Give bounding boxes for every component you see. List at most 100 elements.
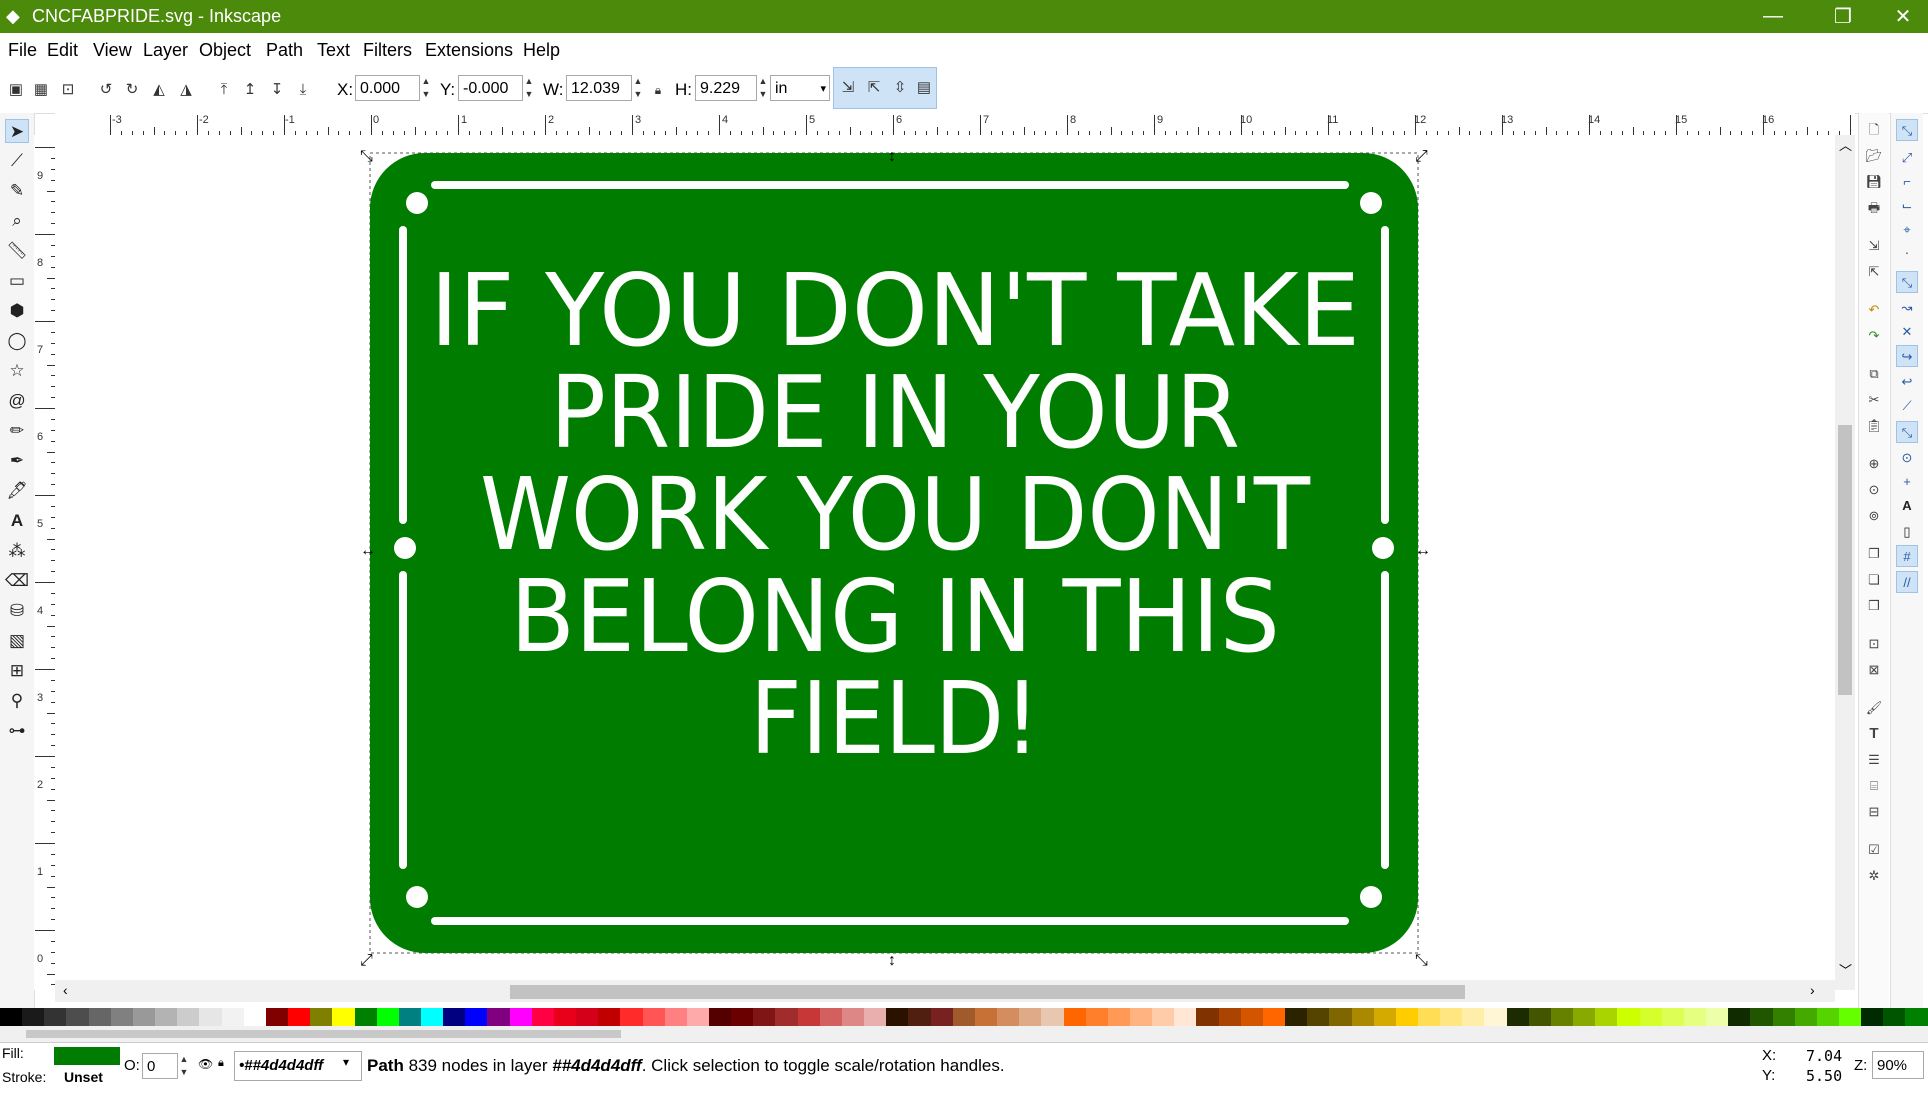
paint-bucket-tool-icon[interactable]: ⛁: [5, 599, 29, 623]
text-tool-icon[interactable]: A: [5, 509, 29, 533]
raise-to-top-icon[interactable]: ⤒: [214, 80, 234, 100]
palette-swatch[interactable]: [1550, 1008, 1574, 1026]
palette-swatch[interactable]: [1395, 1008, 1418, 1026]
palette-swatch[interactable]: [598, 1008, 621, 1026]
zoom-input[interactable]: 90%: [1872, 1051, 1924, 1079]
palette-swatch[interactable]: [1883, 1008, 1906, 1026]
palette-swatch[interactable]: [1418, 1008, 1441, 1026]
palette-swatch[interactable]: [1794, 1008, 1817, 1026]
palette-swatch[interactable]: [1285, 1008, 1308, 1026]
flip-vertical-icon[interactable]: ◮: [176, 80, 196, 100]
snap-bbox-edge-icon[interactable]: ⌐: [1896, 171, 1918, 193]
palette-swatch[interactable]: [1240, 1008, 1263, 1026]
dropper-tool-icon[interactable]: ⚲: [5, 689, 29, 713]
sign-text-line[interactable]: PRIDE IN YOUR: [550, 354, 1240, 471]
palette-swatch[interactable]: [376, 1008, 399, 1026]
palette-swatch[interactable]: [88, 1008, 111, 1026]
palette-swatch[interactable]: [487, 1008, 510, 1026]
snap-rotation-center-icon[interactable]: +: [1896, 471, 1918, 493]
palette-swatch[interactable]: [110, 1008, 133, 1026]
palette-swatch[interactable]: [775, 1008, 798, 1026]
palette-swatch[interactable]: [509, 1008, 532, 1026]
lower-icon[interactable]: ↧: [267, 80, 287, 100]
undo-icon[interactable]: ↶: [1865, 301, 1883, 319]
menu-text[interactable]: Text: [317, 40, 350, 61]
drawing-canvas[interactable]: ⤡ ⤢ ↕ ↔ ↔ ⤢ ⤡ ↕ IF YOU DON'T TAKE PRIDE …: [55, 135, 1835, 990]
palette-swatch[interactable]: [576, 1008, 599, 1026]
zoom-selection-icon[interactable]: ⊕: [1865, 455, 1883, 473]
palette-swatch[interactable]: [332, 1008, 355, 1026]
vertical-scroll-thumb[interactable]: [1838, 425, 1852, 695]
palette-swatch[interactable]: [221, 1008, 244, 1026]
palette-swatch[interactable]: [1373, 1008, 1396, 1026]
deselect-icon[interactable]: ⊡: [58, 80, 78, 100]
zoom-page-icon[interactable]: ⊚: [1865, 507, 1883, 525]
group-icon[interactable]: ⊡: [1865, 635, 1883, 653]
palette-swatch[interactable]: [1484, 1008, 1507, 1026]
palette-swatch[interactable]: [310, 1008, 333, 1026]
text-font-icon[interactable]: T: [1865, 725, 1883, 743]
palette-swatch[interactable]: [1905, 1008, 1928, 1026]
menu-help[interactable]: Help: [523, 40, 560, 61]
x-spinner-icon[interactable]: ▲ ▼: [420, 75, 432, 101]
scroll-left-icon[interactable]: ‹: [63, 982, 68, 998]
select-all-icon[interactable]: ▣: [6, 80, 26, 100]
palette-swatch[interactable]: [199, 1008, 222, 1026]
stroke-value[interactable]: Unset: [64, 1069, 103, 1085]
minimize-button[interactable]: —: [1738, 0, 1808, 33]
palette-swatch[interactable]: [1152, 1008, 1175, 1026]
palette-swatch[interactable]: [819, 1008, 842, 1026]
palette-swatch[interactable]: [1706, 1008, 1729, 1026]
menu-file[interactable]: File: [8, 40, 37, 61]
sign-text-line[interactable]: IF YOU DON'T TAKE: [430, 252, 1360, 369]
palette-swatch[interactable]: [1861, 1008, 1884, 1026]
sign-drawing[interactable]: ⤡ ⤢ ↕ ↔ ↔ ⤢ ⤡ ↕ IF YOU DON'T TAKE PRIDE …: [55, 135, 1835, 990]
palette-swatch[interactable]: [420, 1008, 444, 1026]
palette-swatch[interactable]: [1528, 1008, 1551, 1026]
import-icon[interactable]: ⇲: [1865, 237, 1883, 255]
menu-path[interactable]: Path: [266, 40, 303, 61]
gradient-tool-icon[interactable]: ▧: [5, 629, 29, 653]
palette-swatch[interactable]: [1639, 1008, 1662, 1026]
menu-view[interactable]: View: [93, 40, 132, 61]
y-input[interactable]: -0.000: [458, 75, 523, 101]
layers-icon[interactable]: ☰: [1865, 751, 1883, 769]
palette-swatch[interactable]: [864, 1008, 887, 1026]
select-all-layers-icon[interactable]: ▦: [31, 80, 51, 100]
flip-horizontal-icon[interactable]: ◭: [149, 80, 169, 100]
palette-swatch[interactable]: [1595, 1008, 1618, 1026]
palette-swatch[interactable]: [531, 1008, 554, 1026]
chevron-down-icon[interactable]: ▾: [343, 1055, 349, 1069]
snap-midpoints-icon[interactable]: ⟋: [1896, 395, 1918, 417]
palette-swatch[interactable]: [908, 1008, 931, 1026]
node-tool-icon[interactable]: ⟋: [5, 149, 29, 173]
pen-tool-icon[interactable]: ✒: [5, 449, 29, 473]
palette-swatch[interactable]: [1041, 1008, 1064, 1026]
snap-object-center-icon[interactable]: ⊙: [1896, 447, 1918, 469]
zoom-drawing-icon[interactable]: ⊙: [1865, 481, 1883, 499]
sign-text-line[interactable]: WORK YOU DON'T: [480, 456, 1311, 573]
vertical-scrollbar[interactable]: ︿ ﹀: [1835, 135, 1855, 990]
open-document-icon[interactable]: 📂︎: [1865, 147, 1883, 165]
document-properties-icon[interactable]: ☑: [1865, 841, 1883, 859]
snap-text-baseline-icon[interactable]: A: [1896, 495, 1918, 517]
layer-lock-icon[interactable]: 🔒︎: [218, 1057, 224, 1070]
palette-swatch[interactable]: [1816, 1008, 1839, 1026]
lower-to-bottom-icon[interactable]: ⤓: [293, 80, 313, 100]
snap-guide-icon[interactable]: //: [1896, 571, 1918, 593]
connector-tool-icon[interactable]: ⊶: [5, 719, 29, 743]
close-button[interactable]: ✕: [1878, 0, 1928, 33]
lock-ratio-icon[interactable]: 🔒︎: [648, 80, 668, 100]
align-distribute-icon[interactable]: ⊟: [1865, 803, 1883, 821]
palette-swatch[interactable]: [1329, 1008, 1352, 1026]
menu-layer[interactable]: Layer: [143, 40, 188, 61]
snap-bbox-center-icon[interactable]: ⋅: [1896, 243, 1918, 265]
sign-text-line[interactable]: FIELD!: [750, 660, 1040, 777]
pencil-tool-icon[interactable]: ✏: [5, 419, 29, 443]
fill-swatch[interactable]: [54, 1047, 120, 1065]
print-icon[interactable]: 🖶︎: [1865, 199, 1883, 217]
palette-swatch[interactable]: [1683, 1008, 1707, 1026]
palette-swatch[interactable]: [1307, 1008, 1330, 1026]
snap-bbox-icon[interactable]: ⤢: [1896, 147, 1918, 169]
palette-swatch[interactable]: [1085, 1008, 1108, 1026]
